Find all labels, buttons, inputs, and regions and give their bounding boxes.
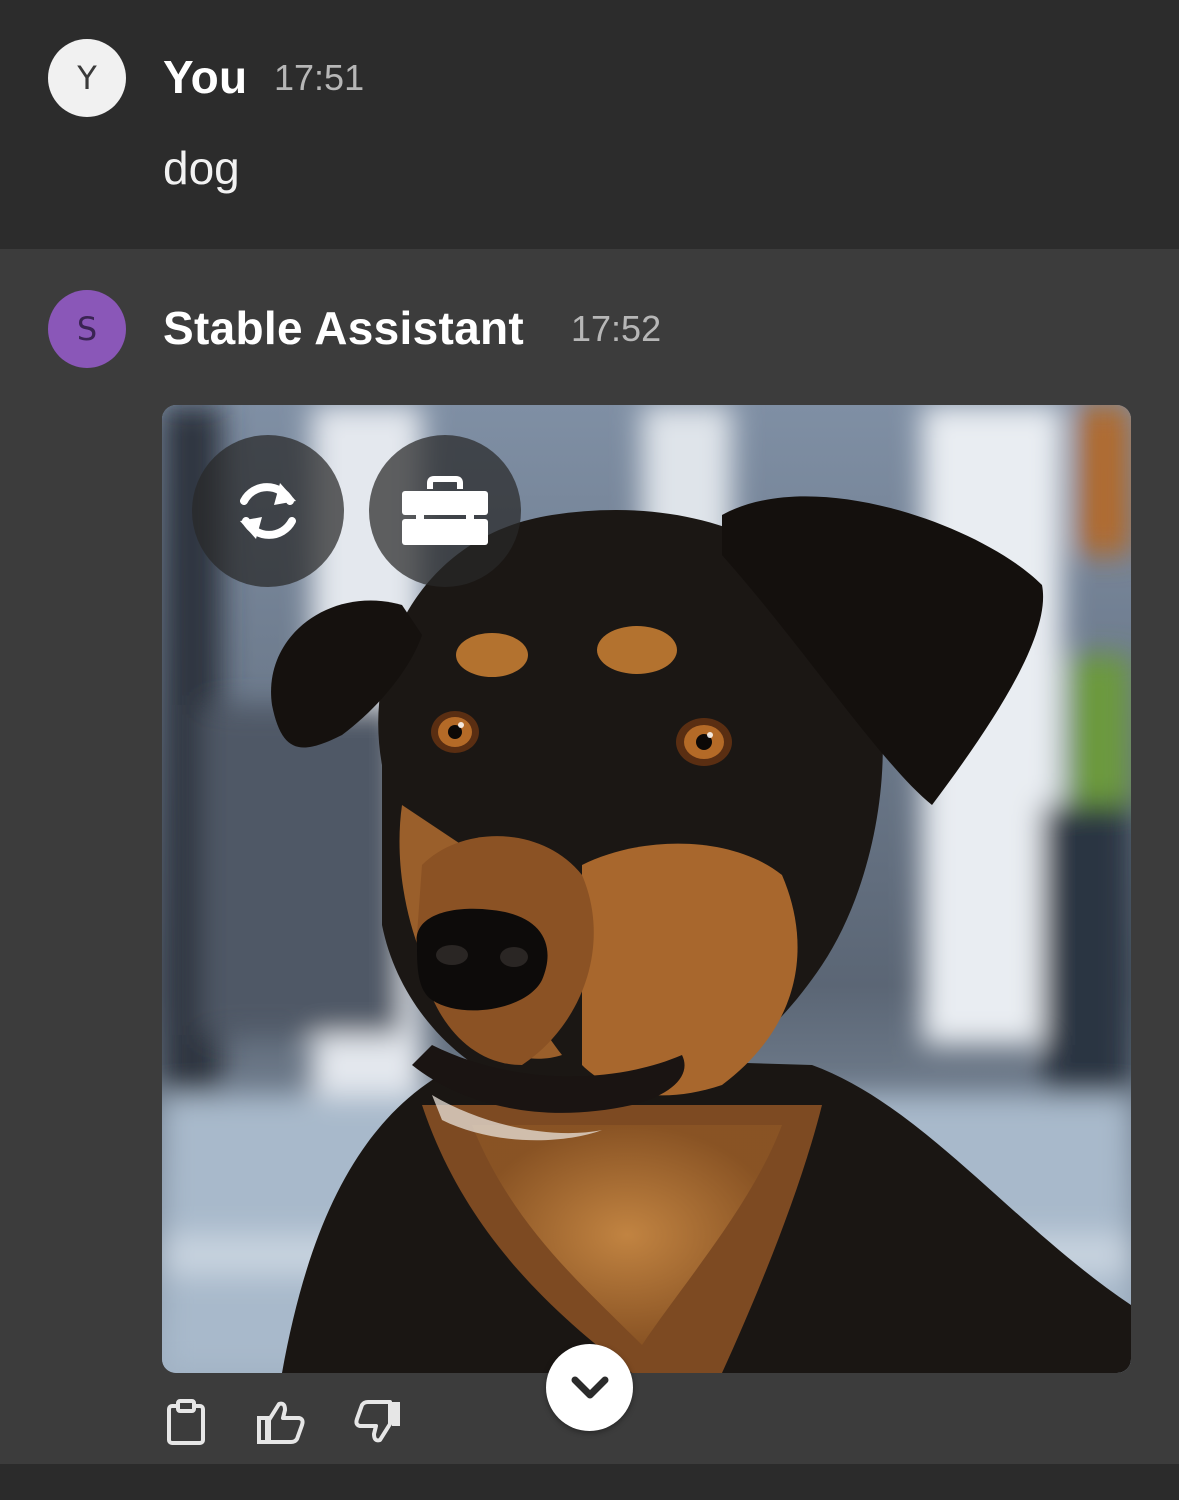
chevron-down-icon <box>571 1376 608 1398</box>
user-message-text: dog <box>163 142 240 194</box>
bottom-strip <box>0 1464 1179 1500</box>
thumbs-down-icon <box>354 1400 400 1443</box>
user-message <box>0 0 1179 249</box>
user-message-time: 17:51 <box>274 57 365 98</box>
copy-button[interactable] <box>162 1398 210 1446</box>
regenerate-button[interactable] <box>192 435 344 587</box>
tools-button[interactable] <box>369 435 521 587</box>
regenerate-icon <box>240 483 296 539</box>
thumbs-up-button[interactable] <box>257 1398 305 1446</box>
scroll-down-button[interactable] <box>546 1344 633 1431</box>
user-author-name: You <box>163 51 248 103</box>
assistant-avatar: S <box>48 290 126 368</box>
assistant-message-time: 17:52 <box>571 308 662 349</box>
thumbs-up-icon <box>257 1401 305 1444</box>
thumbs-down-button[interactable] <box>354 1398 402 1446</box>
toolbox-icon <box>402 476 488 545</box>
clipboard-icon <box>167 1399 205 1445</box>
chat-page: Y You 17:51 dog S Stable Assistant 17:52 <box>0 0 1179 1500</box>
assistant-author-name: Stable Assistant <box>163 302 524 354</box>
user-avatar: Y <box>48 39 126 117</box>
